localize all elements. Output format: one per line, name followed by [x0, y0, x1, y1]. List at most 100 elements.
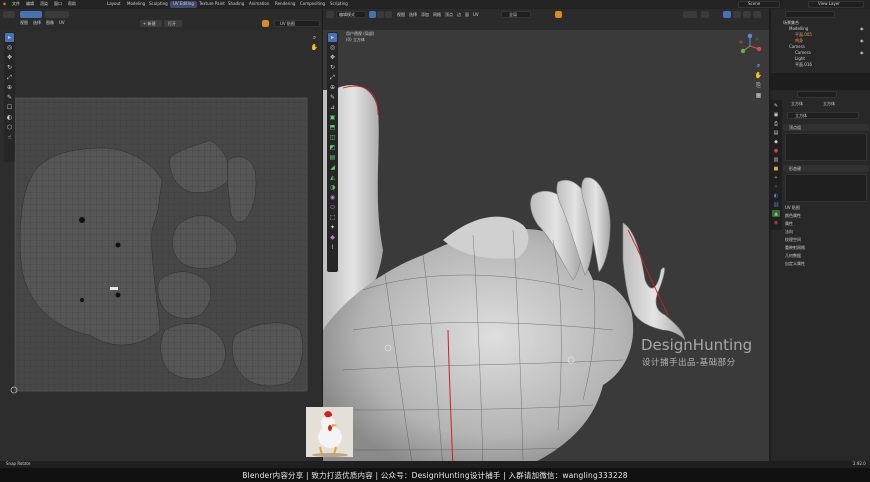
outliner-row-chicken-body[interactable]: 鸡身 [795, 39, 803, 43]
navigation-gizmo[interactable] [737, 33, 763, 59]
subpanel-uv-maps[interactable]: UV 贴图 [785, 206, 800, 210]
cursor-tool-icon[interactable]: ◎ [328, 43, 337, 52]
rip-tool-icon[interactable]: ☝ [5, 133, 14, 142]
poly-build-icon[interactable]: ◭ [328, 173, 337, 182]
editor-type-button[interactable] [3, 11, 15, 18]
outliner-row-scene-collection[interactable]: 场景集合 [783, 21, 799, 25]
vertex-groups-list[interactable] [785, 133, 867, 161]
tab-scripting[interactable]: Scripting [327, 1, 351, 8]
snap-toggle-button[interactable] [262, 20, 269, 27]
overlay-button[interactable] [683, 11, 697, 18]
scale-tool-icon[interactable]: ⤢ [5, 73, 14, 82]
measure-tool-icon[interactable]: ⊿ [328, 103, 337, 112]
uv-menu-image[interactable]: 图像 [46, 21, 54, 25]
rotate-tool-icon[interactable]: ↻ [5, 63, 14, 72]
tab-sculpting[interactable]: Sculpting [146, 1, 171, 8]
add-cube-icon[interactable]: ▣ [328, 113, 337, 122]
subpanel-remesh[interactable]: 重映射网格 [785, 246, 805, 250]
subpanel-normals[interactable]: 法向 [785, 230, 793, 234]
visibility-eye-icon[interactable]: ◉ [860, 39, 864, 43]
outliner-row-plane-005[interactable]: 平面.005 [795, 33, 812, 37]
zoom-icon[interactable]: ⌕ [310, 33, 319, 42]
vp-menu-add[interactable]: 添加 [421, 13, 429, 17]
camera-view-icon[interactable]: ⎘ [754, 81, 763, 90]
tool-tab-icon[interactable]: ✎ [772, 102, 780, 109]
extrude-icon[interactable]: ⬒ [328, 123, 337, 132]
tab-uv-editing[interactable]: UV Editing [170, 1, 197, 8]
annotate-tool-icon[interactable]: ✎ [5, 93, 14, 102]
zoom-icon[interactable]: ⌕ [754, 61, 763, 70]
properties-search-field[interactable] [797, 91, 837, 98]
vp-menu-face[interactable]: 面 [465, 13, 469, 17]
pan-hand-icon[interactable]: ✋ [754, 71, 763, 80]
menu-window[interactable]: 窗口 [54, 2, 62, 6]
tab-rendering[interactable]: Rendering [272, 1, 298, 8]
particles-tab-icon[interactable]: ✧ [772, 183, 780, 190]
loop-cut-icon[interactable]: ▤ [328, 153, 337, 162]
select-box-icon[interactable]: ▸ [328, 33, 337, 42]
constraints-tab-icon[interactable]: ⛓ [772, 201, 780, 208]
shear-icon[interactable]: ✦ [328, 223, 337, 232]
shrink-fatten-icon[interactable]: ⬚ [328, 213, 337, 222]
transform-tool-icon[interactable]: ⊕ [328, 83, 337, 92]
modifier-tab-icon[interactable]: ✦ [772, 174, 780, 181]
cursor-tool-icon[interactable]: ◎ [5, 43, 14, 52]
uv-editor-canvas[interactable] [0, 30, 322, 468]
object-tab-icon[interactable]: ■ [772, 165, 780, 172]
view-layer-tab-icon[interactable]: ▤ [772, 129, 780, 136]
shading-render-button[interactable] [743, 11, 751, 18]
annotate-line-icon[interactable]: ⌇ [328, 243, 337, 252]
menu-render[interactable]: 渲染 [40, 2, 48, 6]
perspective-toggle-icon[interactable]: ▦ [754, 91, 763, 100]
outliner-search-field[interactable] [785, 11, 835, 18]
subpanel-custom-properties[interactable]: 自定义属性 [785, 262, 805, 266]
xray-button[interactable] [701, 11, 709, 18]
outliner-row-camera-collection[interactable]: Camera [789, 45, 805, 49]
vp-menu-view[interactable]: 视图 [397, 13, 405, 17]
face-select-button[interactable] [385, 11, 392, 18]
tab-compositing[interactable]: Compositing [297, 1, 328, 8]
inset-faces-icon[interactable]: ◫ [328, 133, 337, 142]
tab-animation[interactable]: Animation [246, 1, 272, 8]
menu-file[interactable]: 文件 [12, 2, 20, 6]
subpanel-geometry-data[interactable]: 几何数据 [785, 254, 801, 258]
scale-tool-icon[interactable]: ⤢ [328, 73, 337, 82]
uv-select-mode-button[interactable] [20, 11, 42, 18]
menu-help[interactable]: 帮助 [68, 2, 76, 6]
vp-menu-select[interactable]: 选择 [409, 13, 417, 17]
edge-select-button[interactable] [377, 11, 384, 18]
rip-region-icon[interactable]: ◆ [328, 233, 337, 242]
vp-menu-vertex[interactable]: 顶点 [445, 13, 453, 17]
pinch-tool-icon[interactable]: ⬡ [5, 123, 14, 132]
tab-modeling[interactable]: Modeling [124, 1, 148, 8]
output-tab-icon[interactable]: ⎙ [772, 120, 780, 127]
uv-menu-select[interactable]: 选择 [33, 21, 41, 25]
uv-sync-button[interactable] [45, 11, 69, 18]
blender-logo-icon[interactable]: ◆ [3, 2, 6, 6]
material-tab-icon[interactable]: ◉ [772, 219, 780, 226]
collection-tab-icon[interactable]: ▥ [772, 156, 780, 163]
mesh-data-tab-icon[interactable]: ▲ [772, 210, 780, 217]
shading-options-button[interactable] [753, 11, 761, 18]
world-tab-icon[interactable]: ● [772, 147, 780, 154]
viewport-canvas[interactable]: 用户透视 (局部) (0) 立方体 ⌕ ✋ ⎘ ▦ DesignHunting … [323, 30, 769, 468]
viewport-editor-type-button[interactable] [326, 11, 334, 18]
annotate-tool-icon[interactable]: ✎ [328, 93, 337, 102]
shading-material-button[interactable] [733, 11, 741, 18]
menu-edit[interactable]: 编辑 [26, 2, 34, 6]
uv-menu-view[interactable]: 视图 [20, 21, 28, 25]
bevel-icon[interactable]: ◩ [328, 143, 337, 152]
spin-icon[interactable]: ◑ [328, 183, 337, 192]
pan-hand-icon[interactable]: ✋ [310, 43, 319, 52]
outliner-row-camera[interactable]: Camera [795, 51, 811, 55]
outliner-row-modelling[interactable]: Modelling [789, 27, 808, 31]
physics-tab-icon[interactable]: ◐ [772, 192, 780, 199]
vp-menu-edge[interactable]: 边 [457, 13, 461, 17]
vp-menu-mesh[interactable]: 网格 [433, 13, 441, 17]
outliner-row-plane-016[interactable]: 平面.016 [795, 63, 812, 67]
subpanel-attributes[interactable]: 属性 [785, 222, 793, 226]
subpanel-texture-space[interactable]: 纹理空间 [785, 238, 801, 242]
grab-tool-icon[interactable]: ☐ [5, 103, 14, 112]
relax-tool-icon[interactable]: ◐ [5, 113, 14, 122]
transform-tool-icon[interactable]: ⊕ [5, 83, 14, 92]
